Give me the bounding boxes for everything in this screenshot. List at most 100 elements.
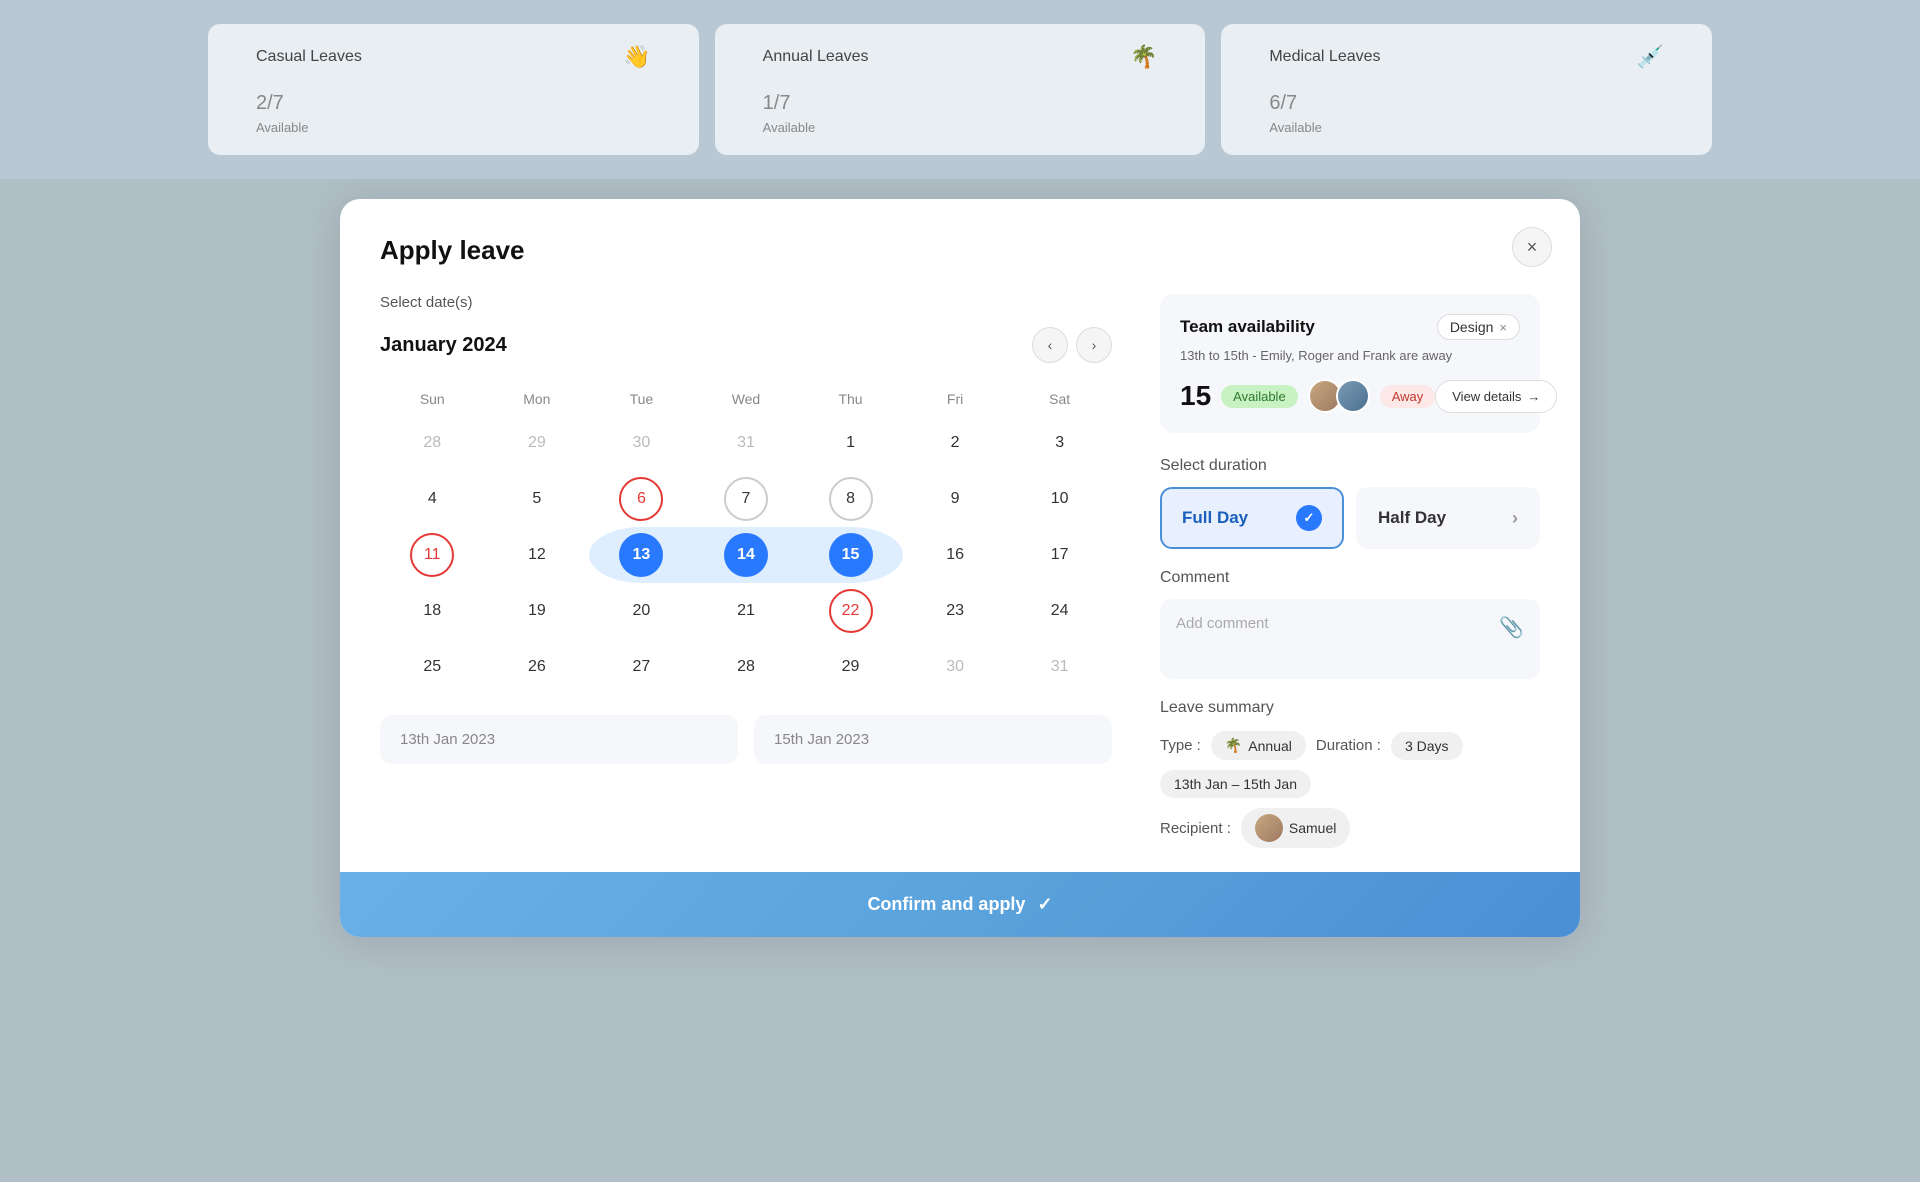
available-count: 15 <box>1180 380 1211 412</box>
medical-leaves-number: 6/7 <box>1269 74 1664 116</box>
table-row[interactable]: 26 <box>485 639 590 695</box>
weekday-thu: Thu <box>798 383 903 415</box>
table-row[interactable]: 27 <box>589 639 694 695</box>
view-details-button[interactable]: View details → <box>1435 380 1557 413</box>
away-avatars <box>1308 379 1370 413</box>
recipient-label: Recipient : <box>1160 820 1231 837</box>
select-duration-label: Select duration <box>1160 457 1540 475</box>
leave-summary-section: Leave summary Type : 🌴 Annual Duration :… <box>1160 699 1540 848</box>
calendar-section: Select date(s) January 2024 ‹ › Sun <box>380 294 1112 872</box>
calendar-nav: January 2024 ‹ › <box>380 327 1112 363</box>
table-row[interactable]: 10 <box>1007 471 1112 527</box>
table-row[interactable]: 9 <box>903 471 1008 527</box>
table-row[interactable]: 7 <box>694 471 799 527</box>
table-row[interactable]: 8 <box>798 471 903 527</box>
table-row[interactable]: 3 <box>1007 415 1112 471</box>
half-day-arrow-icon: › <box>1512 508 1518 529</box>
leave-type-row: Type : 🌴 Annual Duration : 3 Days 13th J… <box>1160 731 1540 798</box>
table-row[interactable]: 12 <box>485 527 590 583</box>
medical-leaves-card: Medical Leaves 💉 6/7 Available <box>1221 24 1712 155</box>
table-row[interactable]: 15 <box>798 527 903 583</box>
annual-leaves-available: Available <box>763 120 1158 135</box>
comment-box[interactable]: Add comment 📎 <box>1160 599 1540 679</box>
table-row[interactable]: 18 <box>380 583 485 639</box>
recipient-avatar <box>1255 814 1283 842</box>
weekday-fri: Fri <box>903 383 1008 415</box>
calendar-week-5: 25 26 27 28 29 30 31 <box>380 639 1112 695</box>
next-month-button[interactable]: › <box>1076 327 1112 363</box>
medical-leaves-icon: 💉 <box>1637 44 1664 70</box>
table-row[interactable]: 14 <box>694 527 799 583</box>
recipient-tag: Samuel <box>1241 808 1350 848</box>
table-row[interactable]: 2 <box>903 415 1008 471</box>
calendar-week-2: 4 5 6 7 8 9 10 <box>380 471 1112 527</box>
calendar-month: January 2024 <box>380 334 507 357</box>
duration-tag: 3 Days <box>1391 732 1463 760</box>
modal-footer: Confirm and apply ✓ <box>340 872 1580 937</box>
full-day-check-icon: ✓ <box>1296 505 1322 531</box>
full-day-label: Full Day <box>1182 508 1248 528</box>
confirm-check-icon: ✓ <box>1037 894 1052 915</box>
annual-leaves-icon: 🌴 <box>1130 44 1157 70</box>
weekday-wed: Wed <box>694 383 799 415</box>
select-duration-section: Select duration Full Day ✓ Half Day › <box>1160 457 1540 549</box>
design-tag-close[interactable]: × <box>1499 320 1507 335</box>
table-row[interactable]: 28 <box>694 639 799 695</box>
calendar-week-4: 18 19 20 21 22 23 24 <box>380 583 1112 639</box>
start-date-input[interactable]: 13th Jan 2023 <box>380 715 738 764</box>
casual-leaves-available: Available <box>256 120 651 135</box>
half-day-button[interactable]: Half Day › <box>1356 487 1540 549</box>
attach-icon[interactable]: 📎 <box>1499 615 1524 640</box>
end-date-input[interactable]: 15th Jan 2023 <box>754 715 1112 764</box>
select-dates-label: Select date(s) <box>380 294 1112 311</box>
leave-summary-title: Leave summary <box>1160 699 1540 717</box>
casual-leaves-card: Casual Leaves 👋 2/7 Available <box>208 24 699 155</box>
weekday-tue: Tue <box>589 383 694 415</box>
table-row[interactable]: 19 <box>485 583 590 639</box>
modal-backdrop: Apply leave × Select date(s) January 202… <box>0 179 1920 977</box>
medical-leaves-available: Available <box>1269 120 1664 135</box>
full-day-button[interactable]: Full Day ✓ <box>1160 487 1344 549</box>
table-row[interactable]: 29 <box>798 639 903 695</box>
table-row[interactable]: 30 <box>589 415 694 471</box>
table-row[interactable]: 30 <box>903 639 1008 695</box>
table-row[interactable]: 6 <box>589 471 694 527</box>
team-avail-title: Team availability <box>1180 317 1315 337</box>
team-avail-subtitle: 13th to 15th - Emily, Roger and Frank ar… <box>1180 348 1520 363</box>
table-row[interactable]: 20 <box>589 583 694 639</box>
close-button[interactable]: × <box>1512 227 1552 267</box>
table-row[interactable]: 22 <box>798 583 903 639</box>
available-badge: Available <box>1221 385 1298 408</box>
team-availability-card: Team availability Design × 13th to 15th … <box>1160 294 1540 433</box>
table-row[interactable]: 17 <box>1007 527 1112 583</box>
table-row[interactable]: 25 <box>380 639 485 695</box>
recipient-row: Recipient : Samuel <box>1160 808 1540 848</box>
calendar-week-3: 11 12 13 14 15 16 17 <box>380 527 1112 583</box>
table-row[interactable]: 24 <box>1007 583 1112 639</box>
prev-month-button[interactable]: ‹ <box>1032 327 1068 363</box>
table-row[interactable]: 4 <box>380 471 485 527</box>
table-row[interactable]: 21 <box>694 583 799 639</box>
confirm-apply-button[interactable]: Confirm and apply ✓ <box>340 872 1580 937</box>
stats-bar: Casual Leaves 👋 2/7 Available Annual Lea… <box>0 0 1920 179</box>
casual-leaves-title: Casual Leaves <box>256 48 362 66</box>
table-row[interactable]: 1 <box>798 415 903 471</box>
table-row[interactable]: 16 <box>903 527 1008 583</box>
type-label: Type : <box>1160 737 1201 754</box>
table-row[interactable]: 28 <box>380 415 485 471</box>
view-details-arrow: → <box>1527 389 1540 404</box>
table-row[interactable]: 11 <box>380 527 485 583</box>
table-row[interactable]: 31 <box>1007 639 1112 695</box>
calendar-container: January 2024 ‹ › Sun Mon Tue We <box>380 327 1112 695</box>
table-row[interactable]: 5 <box>485 471 590 527</box>
weekday-mon: Mon <box>485 383 590 415</box>
annual-leaves-number: 1/7 <box>763 74 1158 116</box>
design-tag[interactable]: Design × <box>1437 314 1520 340</box>
modal-body: Select date(s) January 2024 ‹ › Sun <box>380 294 1540 872</box>
table-row[interactable]: 29 <box>485 415 590 471</box>
table-row[interactable]: 31 <box>694 415 799 471</box>
table-row[interactable]: 23 <box>903 583 1008 639</box>
apply-leave-modal: Apply leave × Select date(s) January 202… <box>340 199 1580 937</box>
table-row[interactable]: 13 <box>589 527 694 583</box>
modal-title: Apply leave <box>380 235 1540 266</box>
